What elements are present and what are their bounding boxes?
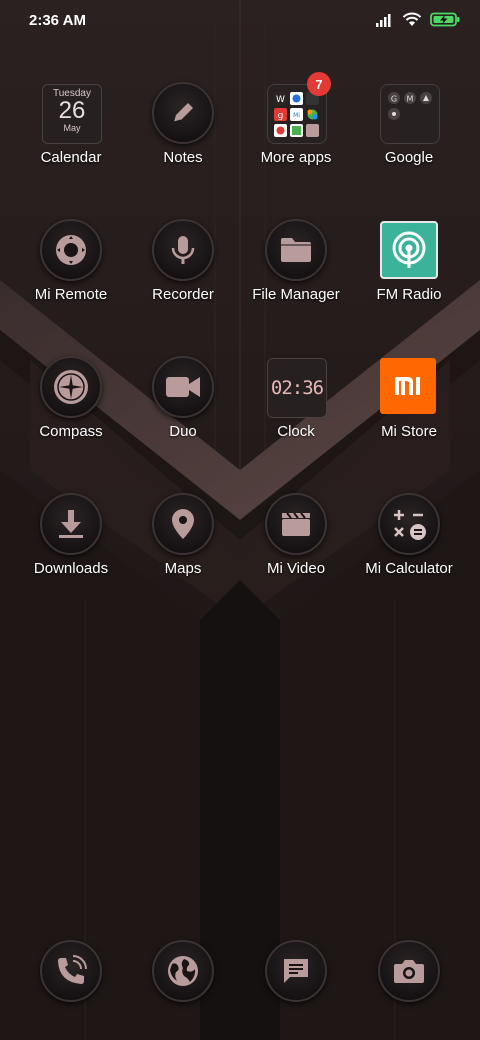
microphone-icon <box>152 219 214 281</box>
app-label: Downloads <box>33 560 109 577</box>
app-calendar[interactable]: Tuesday 26 May Calendar <box>15 82 127 166</box>
app-folder-more-apps[interactable]: W g Mi 7 More apps <box>240 72 352 166</box>
clock-display-text: 02:36 <box>270 377 324 399</box>
app-file-manager[interactable]: File Manager <box>240 219 352 303</box>
dock-messages[interactable] <box>240 940 352 1002</box>
calculator-icon <box>378 493 440 555</box>
app-mi-calculator[interactable]: Mi Calculator <box>353 493 465 577</box>
svg-text:g: g <box>278 111 284 121</box>
app-fm-radio[interactable]: FM Radio <box>353 219 465 303</box>
messages-icon <box>265 940 327 1002</box>
svg-text:W: W <box>276 95 285 105</box>
app-label: Maps <box>164 560 202 577</box>
video-camera-icon <box>152 356 214 418</box>
status-time: 2:36 AM <box>29 12 86 29</box>
app-label: Mi Calculator <box>365 560 453 577</box>
svg-text:Mi: Mi <box>293 112 300 119</box>
mi-logo-icon <box>380 358 436 414</box>
remote-dpad-icon <box>40 219 102 281</box>
app-duo[interactable]: Duo <box>127 356 239 440</box>
app-label: Recorder <box>152 286 214 303</box>
app-label: FM Radio <box>376 286 442 303</box>
clock-digital-icon: 02:36 <box>267 358 327 418</box>
app-label: Mi Remote <box>34 286 108 303</box>
svg-text:G: G <box>391 95 397 104</box>
radio-antenna-icon <box>380 221 438 279</box>
app-label: Mi Video <box>266 560 326 577</box>
dock-phone[interactable] <box>15 940 127 1002</box>
status-icons <box>376 12 460 27</box>
app-folder-google[interactable]: G M Google <box>353 82 465 166</box>
svg-text:M: M <box>407 95 414 104</box>
calendar-month: May <box>63 123 81 133</box>
camera-icon <box>378 940 440 1002</box>
battery-charging-icon <box>430 12 460 27</box>
notification-badge: 7 <box>307 72 331 96</box>
app-label: Notes <box>163 149 203 166</box>
app-compass[interactable]: Compass <box>15 356 127 440</box>
app-downloads[interactable]: Downloads <box>15 493 127 577</box>
app-label: Calendar <box>40 149 102 166</box>
download-arrow-icon <box>40 493 102 555</box>
phone-icon <box>40 940 102 1002</box>
folder-icon: G M <box>380 84 440 144</box>
signal-icon <box>376 13 391 27</box>
calendar-day: 26 <box>58 97 86 124</box>
notes-pencil-icon <box>152 82 214 144</box>
app-label: Compass <box>39 423 103 440</box>
app-label: Google <box>384 149 434 166</box>
calendar-icon: Tuesday 26 May <box>40 82 102 144</box>
app-label: Mi Store <box>381 423 437 440</box>
dock-camera[interactable] <box>353 940 465 1002</box>
wifi-icon <box>402 12 422 26</box>
app-label: Duo <box>169 423 197 440</box>
compass-icon <box>40 356 102 418</box>
dock-browser[interactable] <box>127 940 239 1002</box>
app-recorder[interactable]: Recorder <box>127 219 239 303</box>
app-mi-store[interactable]: Mi Store <box>353 356 465 440</box>
browser-globe-icon <box>152 940 214 1002</box>
app-label: More apps <box>260 149 332 166</box>
app-mi-remote[interactable]: Mi Remote <box>15 219 127 303</box>
app-label: File Manager <box>252 286 340 303</box>
app-notes[interactable]: Notes <box>127 82 239 166</box>
app-label: Clock <box>277 423 315 440</box>
status-bar: 2:36 AM <box>0 0 480 44</box>
map-pin-icon <box>152 493 214 555</box>
clapperboard-icon <box>265 493 327 555</box>
app-clock[interactable]: 02:36 Clock <box>240 356 352 440</box>
app-maps[interactable]: Maps <box>127 493 239 577</box>
app-mi-video[interactable]: Mi Video <box>240 493 352 577</box>
folder-file-icon <box>265 219 327 281</box>
